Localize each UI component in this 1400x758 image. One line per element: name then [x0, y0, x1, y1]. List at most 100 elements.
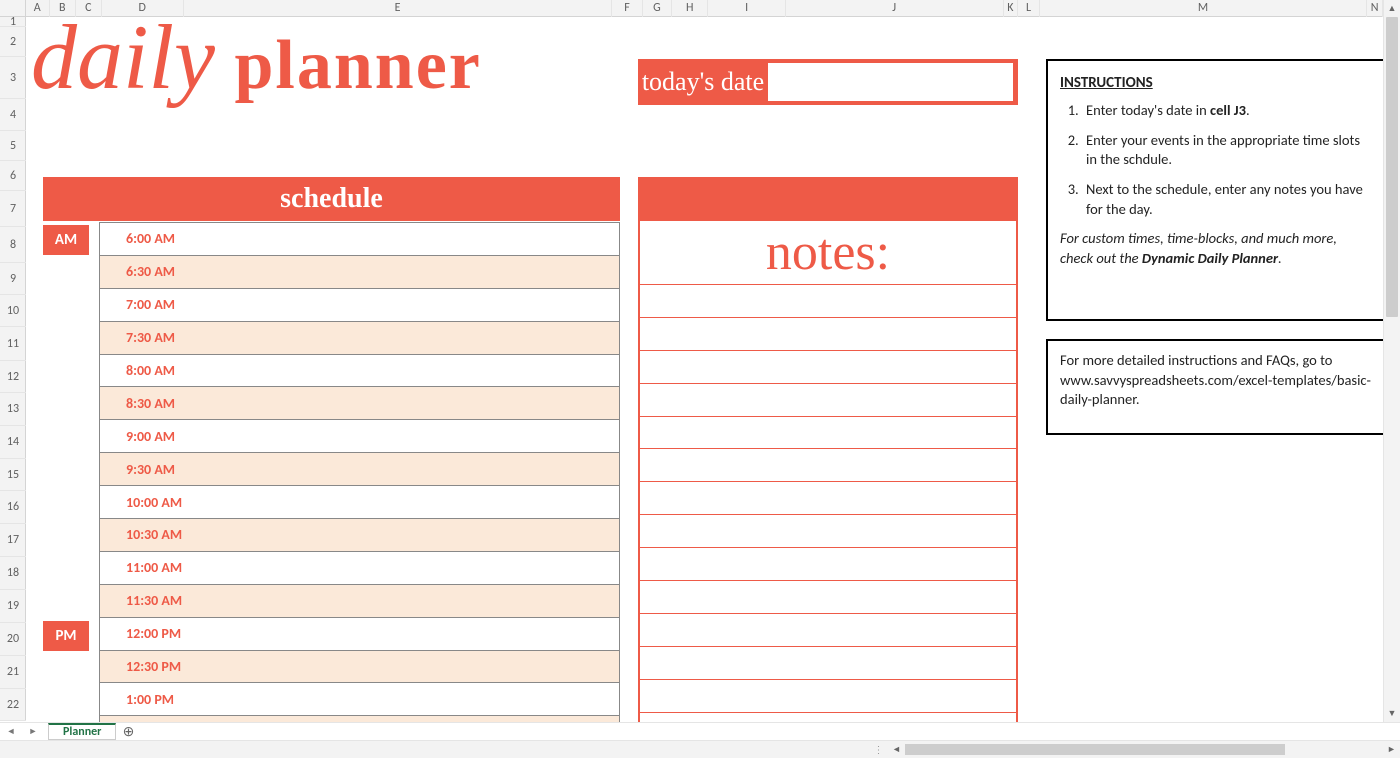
row-header[interactable]: 3	[0, 57, 26, 99]
scroll-up-icon[interactable]: ▲	[1384, 0, 1400, 17]
excel-window: ABCDEFGHIJKLMN 1234567891011121314151617…	[0, 0, 1400, 758]
column-header[interactable]: L	[1018, 0, 1040, 17]
hscroll-track[interactable]	[905, 743, 1383, 756]
column-header[interactable]: G	[643, 0, 672, 17]
column-header[interactable]: K	[1004, 0, 1019, 17]
instruction-item: Enter your events in the appropriate tim…	[1082, 131, 1372, 170]
hscroll-split-icon[interactable]: ⋮	[870, 743, 888, 756]
schedule-slot[interactable]: 8:30 AM	[99, 387, 620, 420]
scroll-left-icon[interactable]: ◄	[888, 744, 905, 755]
notes-line[interactable]	[638, 515, 1018, 548]
vertical-scrollbar[interactable]: ▲ ▼	[1383, 0, 1400, 722]
pm-badge: PM	[43, 621, 89, 651]
column-header[interactable]: A	[26, 0, 50, 17]
schedule-slot[interactable]: 10:30 AM	[99, 519, 620, 552]
more-info-text: For more detailed instructions and FAQs,…	[1060, 351, 1371, 408]
schedule-slot[interactable]: 9:00 AM	[99, 420, 620, 453]
am-badge: AM	[43, 225, 89, 255]
instruction-item: Next to the schedule, enter any notes yo…	[1082, 180, 1372, 219]
notes-line[interactable]	[638, 614, 1018, 647]
horizontal-scrollbar[interactable]: ⋮ ◄ ►	[0, 740, 1400, 758]
schedule-slot[interactable]: 7:00 AM	[99, 289, 620, 322]
vscroll-track[interactable]	[1384, 17, 1400, 705]
row-header[interactable]: 12	[0, 361, 26, 393]
schedule-slot[interactable]: 12:30 PM	[99, 651, 620, 684]
column-header[interactable]: D	[102, 0, 184, 17]
tab-prev-icon[interactable]: ◄	[0, 723, 22, 740]
todays-date-label: today's date	[638, 67, 768, 97]
instructions-list: Enter today's date in cell J3. Enter your…	[1060, 101, 1372, 219]
notes-line[interactable]	[638, 680, 1018, 713]
column-header[interactable]: B	[50, 0, 76, 17]
hscroll-thumb[interactable]	[905, 744, 1285, 755]
notes-line[interactable]	[638, 482, 1018, 515]
row-header[interactable]: 21	[0, 656, 26, 689]
instruction-item: Enter today's date in cell J3.	[1082, 101, 1372, 121]
column-header[interactable]: C	[76, 0, 102, 17]
row-header[interactable]: 6	[0, 161, 26, 191]
sheet-area[interactable]: daily planner today's date schedule AM P…	[26, 17, 1383, 722]
row-header[interactable]: 8	[0, 227, 26, 263]
row-header[interactable]: 11	[0, 327, 26, 361]
notes-line[interactable]	[638, 713, 1018, 722]
row-header[interactable]: 16	[0, 491, 26, 524]
column-header[interactable]: I	[708, 0, 785, 17]
tab-next-icon[interactable]: ►	[22, 723, 44, 740]
schedule-slot[interactable]: 10:00 AM	[99, 486, 620, 519]
notes-line[interactable]	[638, 581, 1018, 614]
row-header[interactable]: 7	[0, 191, 26, 227]
notes-line[interactable]	[638, 647, 1018, 680]
title-script: daily	[31, 17, 215, 108]
column-header[interactable]: N	[1367, 0, 1383, 17]
row-header[interactable]: 1	[0, 17, 26, 27]
schedule-slot[interactable]: 12:00 PM	[99, 618, 620, 651]
row-header[interactable]: 18	[0, 557, 26, 590]
notes-line[interactable]	[638, 417, 1018, 450]
row-header[interactable]: 5	[0, 131, 26, 161]
title-bold: planner	[215, 27, 482, 104]
column-header[interactable]: M	[1040, 0, 1367, 17]
row-header[interactable]: 19	[0, 590, 26, 623]
schedule-slot[interactable]: 9:30 AM	[99, 453, 620, 486]
new-sheet-button[interactable]: ⊕	[116, 723, 140, 740]
row-header[interactable]: 10	[0, 295, 26, 327]
notes-line[interactable]	[638, 318, 1018, 351]
schedule-slot[interactable]: 8:00 AM	[99, 355, 620, 388]
schedule-slot[interactable]: 11:30 AM	[99, 585, 620, 618]
schedule-slot[interactable]: 7:30 AM	[99, 322, 620, 355]
row-headers: 12345678910111213141516171819202122	[0, 17, 26, 721]
page-title: daily planner	[31, 17, 482, 103]
notes-line[interactable]	[638, 384, 1018, 417]
notes-line[interactable]	[638, 548, 1018, 581]
column-header[interactable]: H	[672, 0, 708, 17]
row-header[interactable]: 14	[0, 426, 26, 459]
notes-line[interactable]	[638, 351, 1018, 384]
notes-title: notes:	[766, 223, 890, 282]
schedule-slot[interactable]: 11:00 AM	[99, 552, 620, 585]
notes-line[interactable]	[638, 449, 1018, 482]
column-headers: ABCDEFGHIJKLMN	[26, 0, 1383, 17]
row-header[interactable]: 17	[0, 524, 26, 557]
vscroll-thumb[interactable]	[1386, 17, 1398, 317]
row-header[interactable]: 22	[0, 689, 26, 721]
notes-line[interactable]	[638, 285, 1018, 318]
row-header[interactable]: 13	[0, 393, 26, 426]
schedule-slot[interactable]: 6:30 AM	[99, 256, 620, 289]
column-header[interactable]: J	[786, 0, 1004, 17]
row-header[interactable]: 15	[0, 459, 26, 491]
todays-date-cell[interactable]	[768, 63, 1013, 101]
row-header[interactable]: 2	[0, 27, 26, 57]
scroll-down-icon[interactable]: ▼	[1384, 705, 1400, 722]
sheet-tab[interactable]: Planner	[48, 723, 116, 740]
todays-date-block: today's date	[638, 59, 1018, 105]
row-header[interactable]: 4	[0, 99, 26, 131]
row-header[interactable]: 20	[0, 623, 26, 656]
row-header[interactable]: 9	[0, 263, 26, 295]
schedule-slot[interactable]: 1:00 PM	[99, 683, 620, 716]
schedule-slot[interactable]: 6:00 AM	[99, 223, 620, 256]
column-header[interactable]: E	[184, 0, 612, 17]
column-header[interactable]: F	[612, 0, 642, 17]
instructions-footer: For custom times, time-blocks, and much …	[1060, 229, 1372, 268]
sheet-tab-bar: ◄ ► Planner ⊕	[0, 722, 1400, 740]
scroll-right-icon[interactable]: ►	[1383, 744, 1400, 755]
